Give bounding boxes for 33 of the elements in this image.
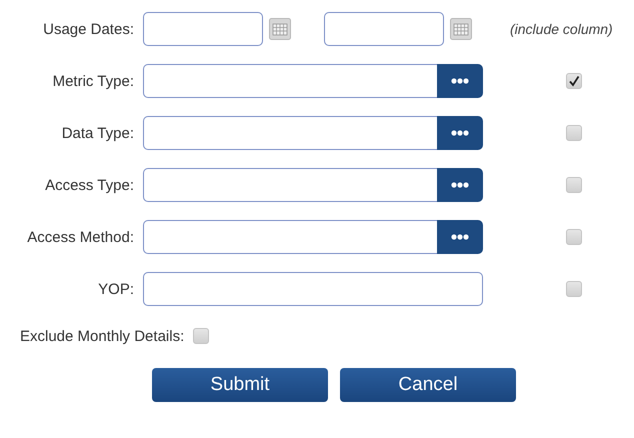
calendar-icon[interactable]: [269, 18, 291, 40]
ellipsis-icon: [451, 234, 469, 240]
cancel-button[interactable]: Cancel: [340, 368, 516, 402]
calendar-icon[interactable]: [450, 18, 472, 40]
checkbox[interactable]: [566, 281, 582, 297]
field-label: Usage Dates:: [42, 20, 134, 38]
field-label: YOP:: [97, 280, 134, 298]
date-field[interactable]: [324, 12, 444, 46]
browse-button[interactable]: [437, 220, 483, 254]
input-field[interactable]: [143, 272, 483, 306]
checkbox[interactable]: [193, 328, 210, 344]
field-label: Access Method:: [26, 228, 134, 246]
submit-button[interactable]: Submit: [152, 368, 328, 402]
ellipsis-icon: [451, 130, 469, 136]
browse-button[interactable]: [437, 64, 483, 98]
browse-button[interactable]: [437, 168, 483, 202]
ellipsis-icon: [451, 78, 469, 84]
option-label: Exclude Monthly Details:: [20, 328, 184, 344]
field-label: Access Type:: [44, 176, 134, 194]
field-label: Metric Type:: [52, 72, 134, 90]
input-field[interactable]: [143, 168, 437, 202]
ellipsis-icon: [451, 182, 469, 188]
checkbox[interactable]: [566, 125, 582, 141]
checkbox[interactable]: [566, 73, 582, 89]
date-field[interactable]: [143, 12, 263, 46]
checkbox[interactable]: [566, 177, 582, 193]
checkbox[interactable]: [566, 229, 582, 245]
column-note: (include column): [510, 21, 613, 37]
input-field[interactable]: [143, 220, 437, 254]
input-field[interactable]: [143, 116, 437, 150]
browse-button[interactable]: [437, 116, 483, 150]
field-label: Data Type:: [60, 124, 134, 142]
input-field[interactable]: [143, 64, 437, 98]
